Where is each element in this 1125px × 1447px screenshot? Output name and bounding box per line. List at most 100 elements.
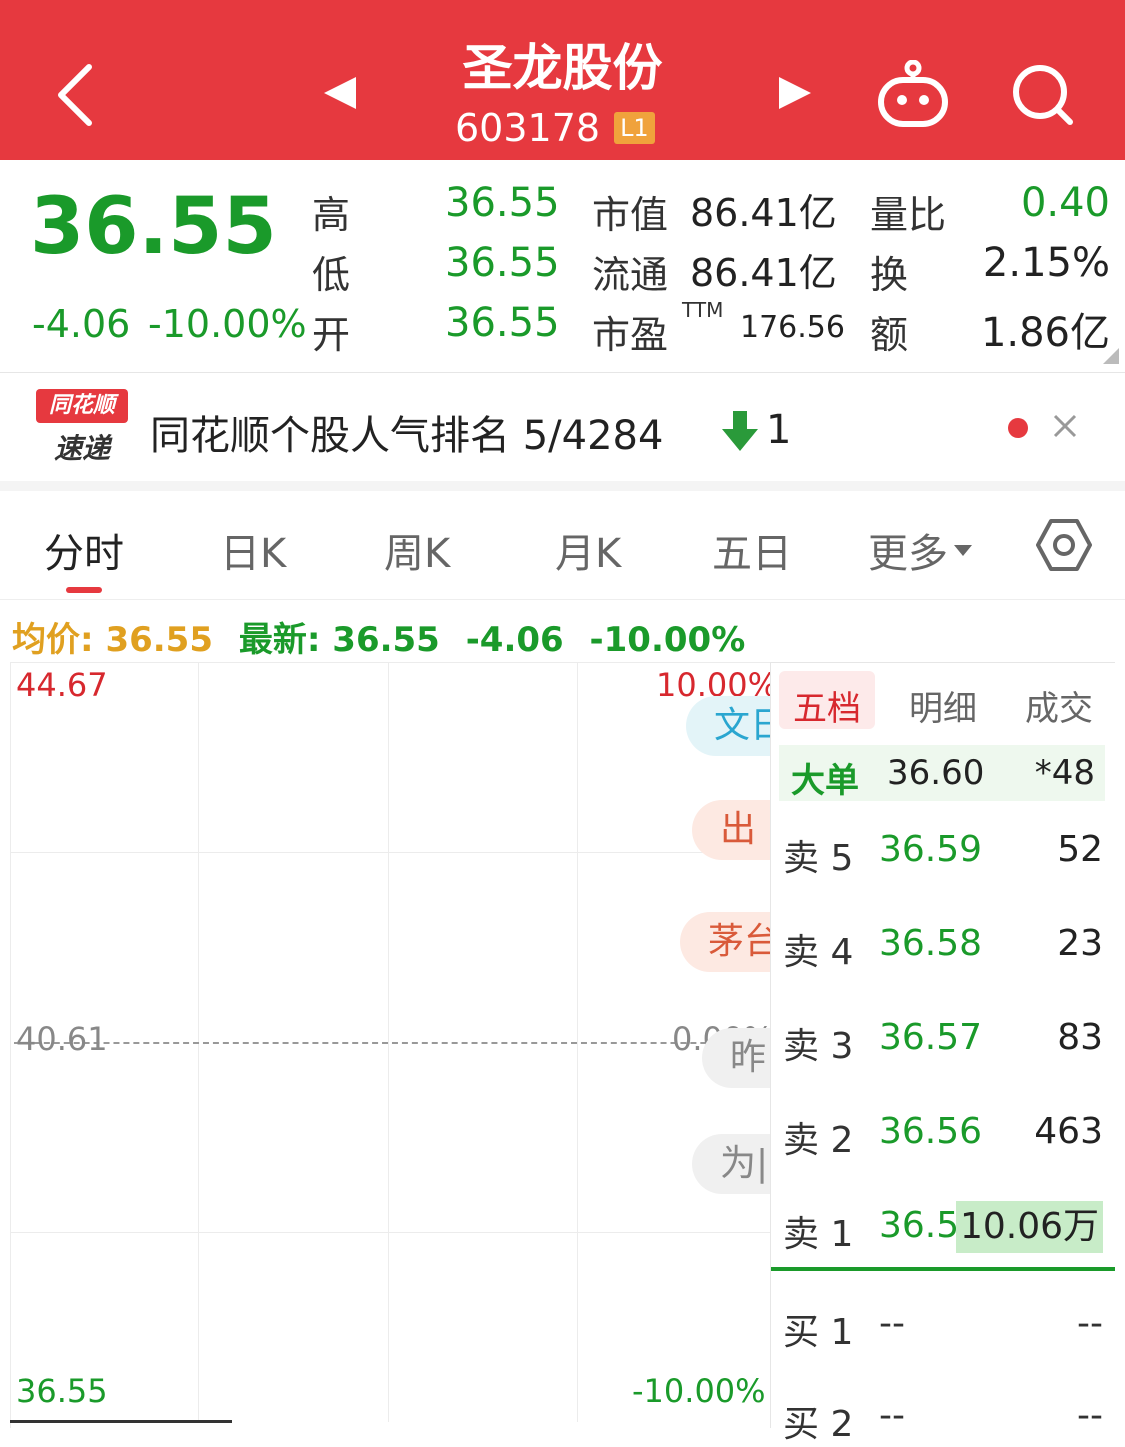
section-gap: [0, 481, 1125, 491]
tab-more[interactable]: 更多: [868, 521, 972, 579]
avg-price-label: 均价:: [12, 620, 94, 660]
extra-value: 2.15%: [982, 240, 1110, 286]
tab-weekly-k[interactable]: 周K: [384, 521, 450, 579]
stock-title: 圣龙股份: [462, 39, 663, 97]
prev-close-dashed-line: [14, 1042, 766, 1044]
robot-icon[interactable]: [870, 55, 955, 135]
latest-value: 36.55: [332, 620, 440, 660]
extra-value: 1.86亿: [980, 310, 1110, 356]
tab-more-label: 更多: [868, 531, 948, 577]
news-text: 同花顺个股人气排名 5/4284: [150, 413, 664, 459]
close-icon[interactable]: [1052, 413, 1078, 443]
sell-level-price: 36.56: [879, 1111, 983, 1152]
ob-tab-trades[interactable]: 成交: [1025, 681, 1093, 730]
header-bar: 圣龙股份 603178 L1: [0, 0, 1125, 160]
big-order-row: 大单 36.60 *48: [779, 745, 1105, 801]
red-dot-icon: [1008, 418, 1028, 438]
latest-change: -4.06: [465, 620, 564, 660]
avg-price-value: 36.55: [105, 620, 213, 660]
latest-change-pct: -10.00%: [589, 620, 746, 660]
y-axis-bottom-label: 36.55: [16, 1372, 108, 1410]
sell-level-qty: 10.06万: [955, 1201, 1103, 1253]
sell-level-row[interactable]: 卖 4 36.58 23: [771, 915, 1115, 975]
stat-value: 36.55: [445, 180, 560, 226]
buy-level-price: --: [879, 1395, 905, 1436]
market-label: 市盈: [592, 313, 669, 357]
ob-tab-five-level[interactable]: 五档: [779, 671, 875, 729]
search-icon[interactable]: [1000, 55, 1085, 135]
expand-corner-icon[interactable]: [1103, 348, 1119, 364]
chart-tabs: 分时 日K 周K 月K 五日 更多: [0, 491, 1125, 600]
stat-label: 开: [312, 313, 351, 357]
y-axis-mid-label: 40.61: [16, 1020, 108, 1058]
prev-stock-icon[interactable]: [310, 68, 370, 118]
sell-level-qty: 83: [1057, 1017, 1103, 1058]
intraday-chart[interactable]: [10, 662, 771, 1428]
sell-level-row[interactable]: 卖 2 36.56 463: [771, 1103, 1115, 1163]
next-stock-icon[interactable]: [765, 68, 825, 118]
sell-level-price: 36.57: [879, 1017, 983, 1058]
grid-line: [10, 852, 770, 853]
latest-label: 最新:: [238, 620, 321, 660]
market-value: 176.56: [740, 310, 845, 345]
rank-change: 1: [766, 407, 792, 453]
grid-line: [10, 1232, 770, 1233]
buy-level-price: --: [879, 1303, 905, 1344]
ob-tab-detail[interactable]: 明细: [909, 681, 977, 730]
y-axis-top-label: 44.67: [16, 666, 108, 704]
sell-level-row[interactable]: 卖 1 36.55 10.06万: [771, 1197, 1115, 1257]
sell-level-label: 卖 4: [783, 932, 854, 973]
sell-level-row[interactable]: 卖 3 36.57 83: [771, 1009, 1115, 1069]
stat-label: 高: [312, 193, 351, 237]
tab-daily-k[interactable]: 日K: [220, 521, 286, 579]
ths-logo: 同花顺 速递: [36, 389, 128, 469]
extra-label: 额: [870, 313, 909, 357]
tab-intraday[interactable]: 分时: [44, 521, 124, 579]
tab-monthly-k[interactable]: 月K: [555, 521, 621, 579]
ob-tab-label: 五档: [793, 689, 861, 729]
level-badge: L1: [614, 112, 655, 144]
sell-level-qty: 52: [1057, 829, 1103, 870]
buy-level-label: 买 1: [783, 1312, 854, 1353]
big-order-price: 36.60: [887, 753, 985, 793]
buy-level-qty: --: [1077, 1395, 1103, 1436]
sell-level-row[interactable]: 卖 5 36.59 52: [771, 821, 1115, 881]
sell-level-price: 36.58: [879, 923, 983, 964]
price-change-pct: -10.00%: [148, 302, 307, 346]
pct-axis-bottom-label: -10.00%: [632, 1372, 766, 1410]
ttm-superscript: TTM: [682, 298, 724, 322]
sell-level-label: 卖 1: [783, 1214, 854, 1255]
logo-top-text: 同花顺: [36, 389, 128, 423]
market-label: 流通: [592, 253, 669, 297]
sell-level-label: 卖 2: [783, 1120, 854, 1161]
order-book-panel: 五档 明细 成交 大单 36.60 *48 卖 5 36.59 52 卖 4 3…: [770, 662, 1115, 1445]
down-arrow-icon: [722, 411, 758, 455]
buy-level-row[interactable]: 买 1 -- --: [771, 1295, 1115, 1355]
market-value: 86.41亿: [690, 251, 837, 295]
sell-level-qty: 463: [1034, 1111, 1103, 1152]
buy-level-row[interactable]: 买 2 -- --: [771, 1387, 1115, 1447]
stat-value: 36.55: [445, 240, 560, 286]
stat-value: 36.55: [445, 300, 560, 346]
stock-code-row: 603178 L1: [455, 106, 655, 150]
news-strip[interactable]: 同花顺 速递 同花顺个股人气排名 5/4284 1: [0, 373, 1125, 481]
logo-bottom-text: 速递: [53, 432, 110, 465]
buy-level-label: 买 2: [783, 1404, 854, 1445]
sell-level-label: 卖 5: [783, 838, 854, 879]
bid-ask-divider: [771, 1267, 1115, 1271]
sell-level-price: 36.59: [879, 829, 983, 870]
market-value: 86.41亿: [690, 191, 837, 235]
tab-five-day[interactable]: 五日: [712, 521, 792, 579]
dropdown-arrow-icon: [954, 544, 972, 556]
current-price: 36.55: [30, 182, 277, 272]
buy-level-qty: --: [1077, 1303, 1103, 1344]
settings-hex-icon[interactable]: [1036, 517, 1092, 577]
price-info-bar: 均价: 36.55 最新: 36.55 -4.06 -10.00%: [12, 612, 745, 661]
market-label: 市值: [592, 193, 669, 237]
stock-code: 603178: [455, 106, 601, 150]
big-order-label: 大单: [791, 761, 859, 801]
time-scrollbar[interactable]: [10, 1420, 232, 1423]
sell-level-label: 卖 3: [783, 1026, 854, 1067]
back-icon[interactable]: [40, 55, 110, 135]
price-change: -4.06: [32, 302, 131, 346]
